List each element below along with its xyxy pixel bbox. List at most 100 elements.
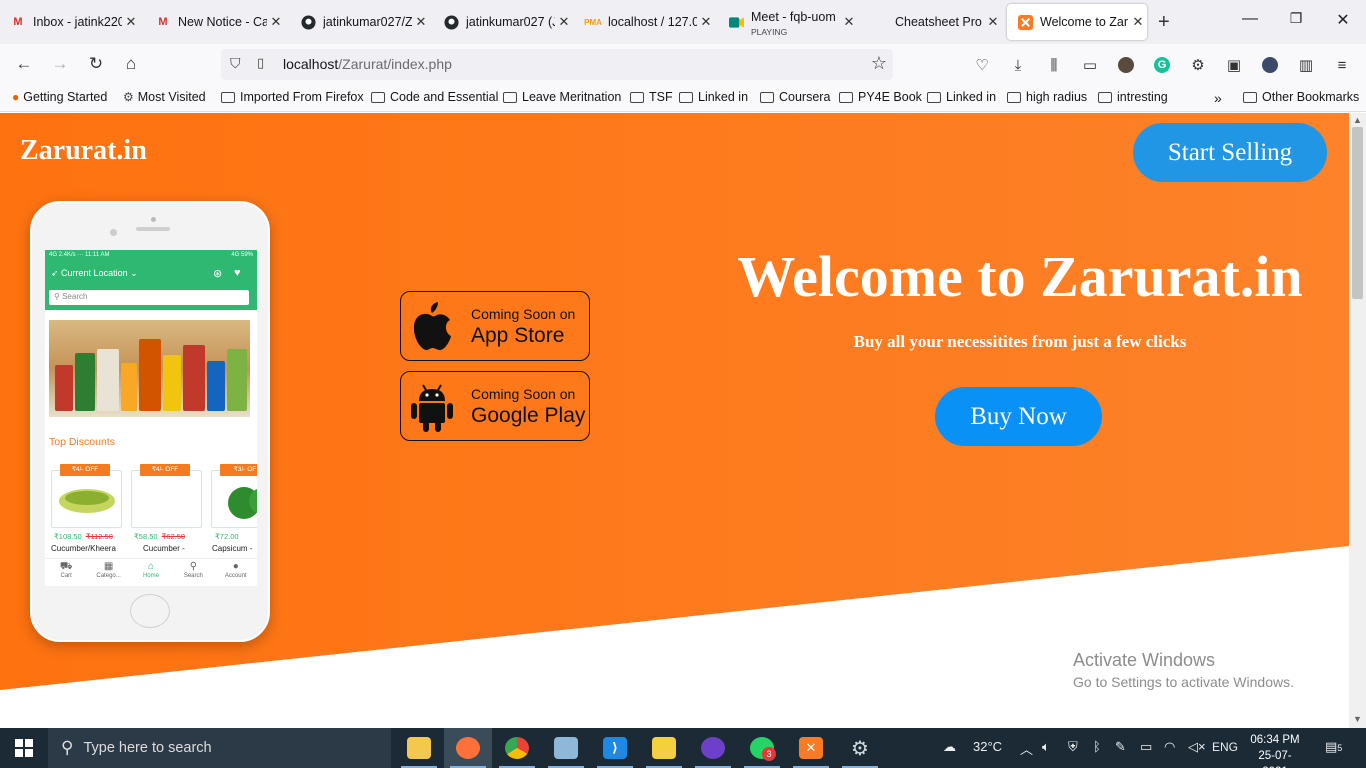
- close-icon[interactable]: ✕: [267, 14, 285, 30]
- bookmark-leave-meritnation[interactable]: Leave Meritnation: [503, 90, 621, 104]
- xampp-taskbar-icon[interactable]: ✕: [787, 728, 835, 768]
- extension-circle-icon[interactable]: [1260, 55, 1280, 75]
- screenshot-icon[interactable]: ▣: [1224, 55, 1244, 75]
- restore-icon[interactable]: ❐: [1286, 10, 1306, 27]
- reload-icon[interactable]: ↻: [84, 54, 108, 74]
- tab-meet[interactable]: Meet - fqb-uom PLAYING ✕: [718, 4, 858, 40]
- scroll-down-icon[interactable]: ▼: [1349, 714, 1366, 724]
- tab-cheatsheet[interactable]: Cheatsheet Pro ✕: [862, 4, 1002, 40]
- window-close-icon[interactable]: ✕: [1333, 10, 1353, 30]
- tab-zarurat-active[interactable]: Welcome to Zar ✕: [1007, 4, 1147, 40]
- forward-icon[interactable]: →: [48, 54, 72, 74]
- buy-now-button[interactable]: Buy Now: [935, 387, 1102, 446]
- bookmark-tsf[interactable]: TSF: [630, 90, 673, 104]
- google-play-button[interactable]: Coming Soon on Google Play: [400, 371, 590, 441]
- close-icon[interactable]: ✕: [697, 14, 715, 30]
- close-icon[interactable]: ✕: [412, 14, 430, 30]
- close-icon[interactable]: ✕: [840, 14, 858, 30]
- bookmark-getting-started[interactable]: ● Getting Started: [12, 90, 107, 104]
- close-icon[interactable]: ✕: [984, 14, 1002, 30]
- weather-icon[interactable]: ☁: [943, 739, 956, 755]
- grid-icon: ▦: [103, 561, 114, 572]
- close-icon[interactable]: ✕: [1129, 14, 1147, 30]
- taskbar-search-box[interactable]: ⚲ Type here to search: [48, 728, 391, 768]
- extension-bars-icon[interactable]: ▥: [1296, 55, 1316, 75]
- nav-search: ⚲ Search: [173, 559, 213, 586]
- close-icon[interactable]: ✕: [555, 14, 573, 30]
- weather-temp[interactable]: 32°C: [973, 739, 1002, 754]
- bookmark-intresting[interactable]: intresting: [1098, 90, 1168, 104]
- extension-gear-icon[interactable]: ⚙: [1188, 55, 1208, 75]
- scroll-up-icon[interactable]: ▲: [1349, 115, 1366, 125]
- address-bar[interactable]: ⛉ ▯ localhost/Zarurat/index.php ☆: [221, 49, 893, 80]
- settings-taskbar-icon[interactable]: ⚙: [836, 728, 884, 768]
- new-tab-button[interactable]: +: [1158, 11, 1170, 34]
- pocket-icon[interactable]: ♡: [972, 55, 992, 75]
- bluetooth-icon[interactable]: ᛒ: [1093, 739, 1101, 754]
- library-icon[interactable]: ⫼: [1044, 55, 1064, 75]
- chrome-taskbar-icon[interactable]: [493, 728, 541, 768]
- grammarly-icon[interactable]: G: [1152, 55, 1172, 75]
- github-icon: [443, 14, 459, 30]
- nav-account: ● Account: [216, 559, 256, 586]
- scrollbar-thumb[interactable]: [1352, 127, 1363, 299]
- product-name: Capsicum -: [212, 544, 253, 553]
- shield-icon[interactable]: ⛉: [230, 55, 241, 72]
- xampp-icon: [1017, 14, 1033, 30]
- network-icon[interactable]: ▭: [1140, 739, 1152, 755]
- phone-screen: 4G 2.4K/s ··· 11:11 AM 4G 59% ➶ Current L…: [45, 250, 257, 586]
- file-explorer-taskbar-icon[interactable]: [395, 728, 443, 768]
- gmail-icon: M: [158, 16, 168, 28]
- bookmark-coursera[interactable]: Coursera: [760, 90, 830, 104]
- close-icon[interactable]: ✕: [122, 14, 140, 30]
- notification-center-icon[interactable]: ▤5: [1325, 739, 1342, 755]
- back-icon[interactable]: ←: [12, 54, 36, 74]
- pen-icon[interactable]: ✎: [1115, 739, 1126, 755]
- windows-start-button[interactable]: [0, 728, 48, 768]
- security-shield-icon[interactable]: ⛨: [1068, 739, 1078, 755]
- app-store-button[interactable]: Coming Soon on App Store: [400, 291, 590, 361]
- wifi-icon[interactable]: ◠: [1164, 739, 1175, 755]
- firefox-taskbar-icon[interactable]: [444, 728, 492, 768]
- url-text[interactable]: localhost/Zarurat/index.php: [283, 56, 452, 72]
- github-desktop-taskbar-icon[interactable]: [689, 728, 737, 768]
- bookmark-py4e[interactable]: PY4E Book: [839, 90, 922, 104]
- bookmark-linked-in-2[interactable]: Linked in: [927, 90, 996, 104]
- phone-speaker: [136, 227, 170, 231]
- bookmark-code-essential[interactable]: Code and Essential: [371, 90, 498, 104]
- sidebar-icon[interactable]: ▭: [1080, 55, 1100, 75]
- chevron-overflow-icon[interactable]: »: [1214, 90, 1222, 106]
- page-info-icon[interactable]: ▯: [257, 55, 264, 71]
- tab-phpmyadmin[interactable]: PMA localhost / 127.0 ✕: [575, 4, 715, 40]
- avatar-icon[interactable]: [1116, 55, 1136, 75]
- offer-icon: ⊛: [213, 268, 223, 280]
- tab-github-zarurat[interactable]: jatinkumar027/Z ✕: [290, 4, 430, 40]
- sticky-notes-taskbar-icon[interactable]: [640, 728, 688, 768]
- tab-gmail-inbox[interactable]: M Inbox - jatink220 ✕: [0, 4, 140, 40]
- bookmark-imported[interactable]: Imported From Firefox: [221, 90, 364, 104]
- tab-gmail-notice[interactable]: M New Notice - Ca ✕: [145, 4, 285, 40]
- tab-github-profile[interactable]: jatinkumar027 (J ✕: [433, 4, 573, 40]
- bookmark-star-icon[interactable]: ☆: [871, 53, 887, 74]
- bookmark-high-radius[interactable]: high radius: [1007, 90, 1087, 104]
- vscode-taskbar-icon[interactable]: ⟩: [591, 728, 639, 768]
- download-icon[interactable]: ⤓: [1008, 55, 1028, 75]
- notepad-taskbar-icon[interactable]: [542, 728, 590, 768]
- menu-icon[interactable]: ≡: [1332, 55, 1352, 75]
- taskbar-clock[interactable]: 06:34 PM 25-07-2021: [1250, 732, 1300, 768]
- start-selling-button[interactable]: Start Selling: [1133, 123, 1327, 182]
- tray-expand-icon[interactable]: ︿: [1020, 739, 1033, 758]
- bookmark-linked-in[interactable]: Linked in: [679, 90, 748, 104]
- speaker-muted-icon[interactable]: 🔈︎: [1042, 739, 1050, 755]
- bookmark-other[interactable]: Other Bookmarks: [1243, 90, 1359, 104]
- hero-heading: Welcome to Zarurat.in: [737, 244, 1303, 309]
- page-scrollbar[interactable]: ▲ ▼: [1349, 113, 1366, 728]
- volume-icon[interactable]: ◁×: [1188, 739, 1206, 755]
- folder-icon: [839, 91, 853, 103]
- bookmark-most-visited[interactable]: ⚙ Most Visited: [123, 90, 206, 104]
- language-indicator[interactable]: ENG: [1212, 740, 1238, 754]
- home-icon[interactable]: ⌂: [119, 54, 143, 74]
- brand-logo[interactable]: Zarurat.in: [20, 135, 147, 167]
- minimize-icon[interactable]: —: [1240, 10, 1260, 28]
- whatsapp-taskbar-icon[interactable]: 3: [738, 728, 786, 768]
